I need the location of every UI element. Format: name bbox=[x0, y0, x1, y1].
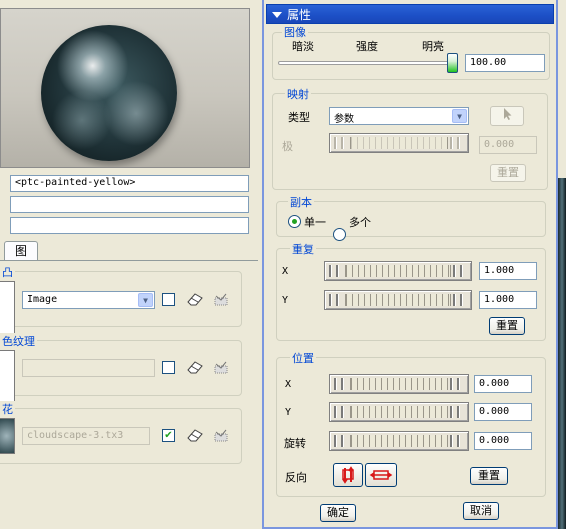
position-reset-button[interactable]: 重置 bbox=[470, 467, 508, 485]
flip-horizontal-button[interactable] bbox=[365, 463, 397, 487]
pole-thumbwheel[interactable] bbox=[329, 133, 469, 153]
intensity-value-field[interactable]: 100.00 bbox=[465, 54, 545, 72]
copy-section-title: 副本 bbox=[288, 194, 314, 210]
multiple-radio[interactable] bbox=[333, 228, 346, 241]
edit-texture-icon[interactable] bbox=[212, 428, 230, 442]
pick-pointer-button[interactable] bbox=[490, 106, 524, 126]
multiple-label: 多个 bbox=[349, 216, 371, 229]
material-preview bbox=[0, 8, 250, 168]
bump-type-value: Image bbox=[27, 294, 58, 305]
dim-label: 暗淡 bbox=[292, 40, 314, 53]
edit-texture-icon[interactable] bbox=[212, 360, 230, 374]
properties-title-bar[interactable]: 属性 bbox=[266, 4, 554, 24]
chevron-down-icon: ▼ bbox=[452, 109, 467, 123]
bump-group-title: 凸 bbox=[0, 264, 15, 280]
background-window-edge bbox=[558, 178, 566, 529]
bump-type-combo[interactable]: Image ▼ bbox=[22, 291, 155, 309]
repeat-y-label: Y bbox=[282, 295, 289, 306]
decal-texture-field[interactable]: cloudscape-3.tx3 bbox=[22, 427, 150, 445]
chevron-down-icon: ▼ bbox=[138, 293, 153, 307]
color-texture-checkbox[interactable] bbox=[162, 361, 175, 374]
color-texture-field[interactable] bbox=[22, 359, 155, 377]
color-texture-swatch[interactable] bbox=[0, 350, 15, 404]
position-section-title: 位置 bbox=[290, 350, 316, 366]
intensity-slider-track[interactable] bbox=[278, 61, 458, 65]
repeat-x-label: X bbox=[282, 266, 289, 277]
text-field-3[interactable] bbox=[10, 217, 249, 234]
position-y-label: Y bbox=[285, 407, 292, 418]
rotate-label: 旋转 bbox=[284, 437, 306, 450]
position-x-thumbwheel[interactable] bbox=[329, 374, 469, 394]
eraser-icon[interactable] bbox=[186, 360, 204, 374]
repeat-y-thumbwheel[interactable] bbox=[324, 290, 472, 310]
flip-label: 反向 bbox=[285, 471, 307, 484]
pole-value-field[interactable]: 0.000 bbox=[479, 136, 537, 154]
ok-button[interactable]: 确定 bbox=[320, 504, 356, 522]
pole-label: 极 bbox=[282, 140, 293, 153]
cursor-icon bbox=[504, 108, 512, 120]
text-field-2[interactable] bbox=[10, 196, 249, 213]
bump-swatch[interactable] bbox=[0, 281, 15, 335]
mapping-section-title: 映射 bbox=[285, 86, 311, 102]
decal-checkbox[interactable]: ✔ bbox=[162, 429, 175, 442]
flip-vertical-button[interactable] bbox=[333, 463, 363, 487]
position-x-label: X bbox=[285, 379, 292, 390]
repeat-x-field[interactable]: 1.000 bbox=[479, 262, 537, 280]
flip-horizontal-icon bbox=[369, 470, 393, 480]
position-y-thumbwheel[interactable] bbox=[329, 402, 469, 422]
mapping-reset-button[interactable]: 重置 bbox=[490, 164, 526, 182]
eraser-icon[interactable] bbox=[186, 428, 204, 442]
repeat-reset-button[interactable]: 重置 bbox=[489, 317, 525, 335]
mapping-type-value: 参数 bbox=[334, 114, 354, 125]
eraser-icon[interactable] bbox=[186, 292, 204, 306]
mapping-type-combo[interactable]: 参数 ▼ bbox=[329, 107, 469, 125]
flip-vertical-icon bbox=[342, 466, 354, 484]
bright-label: 明亮 bbox=[422, 40, 444, 53]
tab-divider bbox=[0, 260, 258, 261]
collapse-triangle-icon[interactable] bbox=[272, 12, 282, 18]
material-panel: <ptc-painted-yellow> 图 凸 Image ▼ 色纹理 花 c… bbox=[0, 0, 258, 529]
repeat-y-field[interactable]: 1.000 bbox=[479, 291, 537, 309]
intensity-label: 强度 bbox=[356, 40, 378, 53]
intensity-slider-thumb[interactable] bbox=[447, 53, 458, 73]
repeat-section-title: 重复 bbox=[290, 241, 316, 257]
single-label: 单一 bbox=[304, 216, 326, 229]
decal-group-title: 花 bbox=[0, 401, 15, 417]
material-name-field[interactable]: <ptc-painted-yellow> bbox=[10, 175, 249, 192]
position-x-field[interactable]: 0.000 bbox=[474, 375, 532, 393]
rotate-field[interactable]: 0.000 bbox=[474, 432, 532, 450]
tab-texture[interactable]: 图 bbox=[4, 241, 38, 261]
type-label: 类型 bbox=[288, 111, 310, 124]
position-y-field[interactable]: 0.000 bbox=[474, 403, 532, 421]
decal-swatch[interactable] bbox=[0, 418, 15, 454]
color-texture-group-title: 色纹理 bbox=[0, 333, 37, 349]
bump-checkbox[interactable] bbox=[162, 293, 175, 306]
repeat-x-thumbwheel[interactable] bbox=[324, 261, 472, 281]
rotate-thumbwheel[interactable] bbox=[329, 431, 469, 451]
properties-title: 属性 bbox=[287, 8, 312, 22]
cancel-button[interactable]: 取消 bbox=[463, 502, 499, 520]
single-radio[interactable] bbox=[288, 215, 301, 228]
edit-texture-icon[interactable] bbox=[212, 292, 230, 306]
preview-sphere bbox=[41, 25, 177, 161]
